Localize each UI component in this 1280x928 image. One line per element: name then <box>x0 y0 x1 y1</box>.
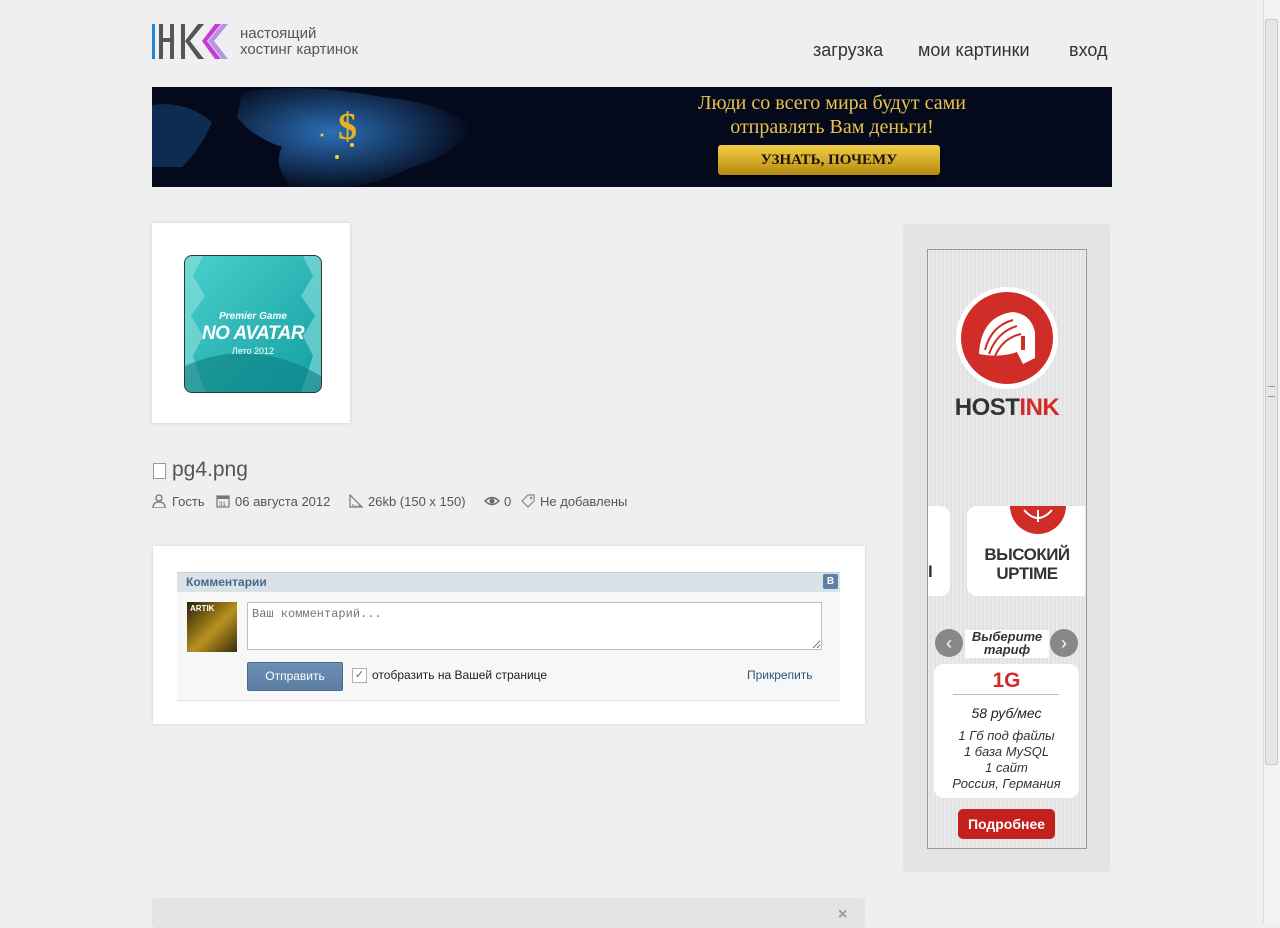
close-icon[interactable]: × <box>838 906 847 924</box>
bottom-panel <box>152 898 865 928</box>
thumbnail-text-1: Premier Game <box>219 311 287 322</box>
ad-plan-feature: 1 сайт <box>985 760 1028 775</box>
uploaded-image-thumbnail[interactable]: Premier Game NO AVATAR Лето 2012 <box>184 255 322 393</box>
comments-header <box>177 572 840 593</box>
site-logo-mark[interactable] <box>152 24 228 59</box>
meta-date: 06 августа 2012 <box>235 494 331 509</box>
send-comment-button[interactable]: Отправить <box>247 662 343 691</box>
speedometer-icon <box>1010 506 1066 534</box>
user-icon <box>152 494 166 508</box>
avatar-label: ARTIK <box>190 604 215 613</box>
thumbnail-text-3: Лето 2012 <box>231 346 275 356</box>
brand-ink: INK <box>1019 394 1060 421</box>
ad-plan-divider <box>953 694 1059 695</box>
ad-next-arrow-icon[interactable]: › <box>1050 629 1078 657</box>
banner-line2: отправлять Вам деньги! <box>730 116 934 138</box>
ad-plan-feature: 1 Гб под файлы <box>958 728 1055 743</box>
ad-plan-feature: 1 база MySQL <box>963 744 1050 759</box>
hostink-brand: HOSTINK <box>930 394 1084 422</box>
show-on-page-label: отобразить на Вашей странице <box>372 668 548 682</box>
site-tagline: настоящий хостинг картинок <box>240 26 358 58</box>
banner-learn-why-button[interactable]: УЗНАТЬ, ПОЧЕМУ <box>718 145 940 175</box>
nav-my-images[interactable]: мои картинки <box>918 40 1030 61</box>
meta-views: 0 <box>504 494 512 509</box>
chief-head-icon <box>979 312 1035 364</box>
ad-plan-features: 1 Гб под файлы 1 база MySQL 1 сайт Росси… <box>934 728 1079 792</box>
meta-author: Гость <box>172 494 205 509</box>
ad-choose-plan: Выберите тариф <box>965 630 1049 658</box>
attach-link[interactable]: Прикрепить <box>747 668 813 682</box>
ad-plan-price: 58 руб/мес <box>971 705 1042 721</box>
nav-upload[interactable]: загрузка <box>813 40 883 61</box>
ad-card-previous-text: I <box>928 562 933 581</box>
scrollbar-grip-icon <box>1268 386 1275 397</box>
image-filename: pg4.png <box>172 458 248 481</box>
dollar-symbol: $ <box>338 106 357 148</box>
eye-icon <box>484 496 500 506</box>
ad-prev-arrow-icon[interactable]: ‹ <box>935 629 963 657</box>
comments-title: Комментарии <box>186 575 267 589</box>
vk-icon[interactable]: В <box>823 574 838 589</box>
ad-plan-feature: Россия, Германия <box>952 776 1061 791</box>
tagline-line1: настоящий <box>240 25 317 42</box>
calendar-day: 31 <box>219 502 226 508</box>
banner-line1: Люди со всего мира будут сами <box>698 92 966 114</box>
ad-card-previous: I <box>928 506 950 596</box>
file-icon <box>153 463 166 479</box>
calendar-icon: 31 <box>216 495 230 508</box>
ad-banner[interactable]: $ Люди со всего мира будут сами отправля… <box>152 87 1112 187</box>
brand-host: HOST <box>954 394 1020 421</box>
ad-more-button[interactable]: Подробнее <box>958 809 1055 839</box>
meta-size: 26kb (150 x 150) <box>368 494 466 509</box>
world-map-graphic: $ <box>152 87 632 187</box>
ruler-icon <box>349 494 363 508</box>
tagline-line2: хостинг картинок <box>240 41 359 58</box>
comment-input[interactable] <box>247 602 822 650</box>
meta-tags: Не добавлены <box>540 494 628 509</box>
ad-feature-text: ВЫСОКИЙ UPTIME <box>984 545 1070 583</box>
show-on-page-checkbox[interactable]: ✓ <box>352 668 367 683</box>
banner-headline: Люди со всего мира будут сами отправлять… <box>657 91 1007 139</box>
ad-plan-name: 1G <box>992 669 1021 692</box>
nav-login[interactable]: вход <box>1069 40 1107 61</box>
thumbnail-text-2: NO AVATAR <box>201 323 305 344</box>
tag-icon <box>521 494 535 508</box>
hostink-logo-inner <box>961 292 1053 384</box>
